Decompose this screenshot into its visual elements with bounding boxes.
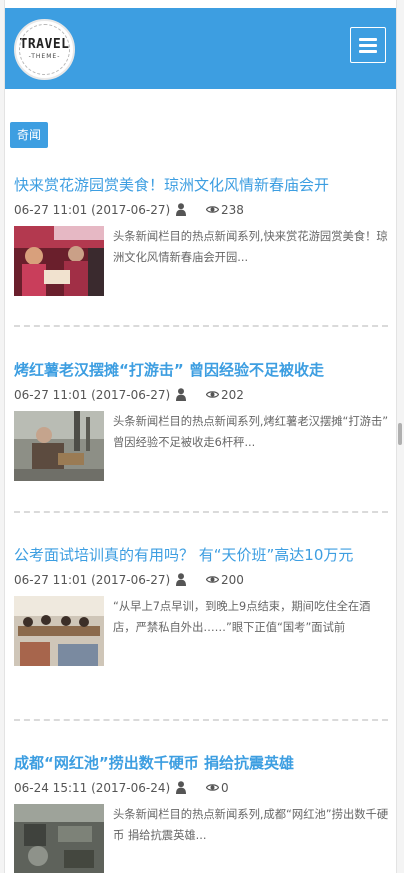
article-body: 头条新闻栏目的热点新闻系列,烤红薯老汉摆摊“打游击” 曾因经验不足被收走6杆秤.…	[14, 411, 389, 481]
article-item: 公考面试培训真的有用吗？ 有“天价班”高达10万元 06-27 11:01 (2…	[14, 544, 387, 666]
article-item: 快来赏花游园赏美食！琼洲文化风情新春庙会开 06-27 11:01 (2017-…	[14, 174, 388, 296]
divider	[14, 719, 388, 721]
article-title[interactable]: 快来赏花游园赏美食！琼洲文化风情新春庙会开	[14, 174, 387, 197]
article-body: 头条新闻栏目的热点新闻系列,成都“网红池”捞出数千硬币 捐给抗震英雄...	[14, 804, 389, 873]
article-date: 06-27 11:01 (2017-06-27)	[14, 388, 171, 402]
site-logo[interactable]: TRAVEL -THEME-	[14, 19, 75, 80]
user-icon	[176, 203, 186, 216]
view-count: 200	[221, 573, 244, 587]
article-thumbnail[interactable]	[14, 411, 104, 481]
article-item: 烤红薯老汉摆摊“打游击” 曾因经验不足被收走 06-27 11:01 (2017…	[14, 359, 389, 481]
article-meta: 06-24 15:11 (2017-06-24) 0	[14, 779, 387, 797]
site-header: TRAVEL -THEME-	[5, 8, 396, 89]
article-body: 头条新闻栏目的热点新闻系列,快来赏花游园赏美食！琼洲文化风情新春庙会开园...	[14, 226, 388, 296]
eye-icon	[206, 206, 219, 213]
article-title[interactable]: 烤红薯老汉摆摊“打游击” 曾因经验不足被收走	[14, 359, 387, 382]
article-title[interactable]: 公考面试培训真的有用吗？ 有“天价班”高达10万元	[14, 544, 387, 567]
view-count: 238	[221, 203, 244, 217]
eye-icon	[206, 391, 219, 398]
article-thumbnail[interactable]	[14, 226, 104, 296]
article-date: 06-24 15:11 (2017-06-24)	[14, 781, 171, 795]
divider	[14, 511, 388, 513]
user-icon	[176, 388, 186, 401]
view-count: 202	[221, 388, 244, 402]
divider	[14, 325, 388, 327]
article-thumbnail[interactable]	[14, 596, 104, 666]
page-frame: TRAVEL -THEME- 奇闻 快来赏花游园赏美食！琼洲文化风情新春庙会开 …	[4, 0, 397, 873]
hamburger-icon	[359, 37, 377, 41]
article-summary: 头条新闻栏目的热点新闻系列,烤红薯老汉摆摊“打游击” 曾因经验不足被收走6杆秤.…	[113, 415, 389, 449]
user-icon	[176, 781, 186, 794]
article-body: “从早上7点早训，到晚上9点结束，期间吃住全在酒店，严禁私自外出……”眼下正值“…	[14, 596, 387, 666]
article-meta: 06-27 11:01 (2017-06-27) 238	[14, 201, 387, 219]
article-title[interactable]: 成都“网红池”捞出数千硬币 捐给抗震英雄	[14, 752, 387, 775]
article-meta: 06-27 11:01 (2017-06-27) 200	[14, 571, 387, 589]
menu-button[interactable]	[350, 27, 386, 63]
article-item: 成都“网红池”捞出数千硬币 捐给抗震英雄 06-24 15:11 (2017-0…	[14, 752, 389, 873]
scrollbar-handle[interactable]	[398, 423, 402, 445]
eye-icon	[206, 576, 219, 583]
article-summary: “从早上7点早训，到晚上9点结束，期间吃住全在酒店，严禁私自外出……”眼下正值“…	[113, 600, 371, 634]
user-icon	[176, 573, 186, 586]
view-count: 0	[221, 781, 229, 795]
article-thumbnail[interactable]	[14, 804, 104, 873]
article-summary: 头条新闻栏目的热点新闻系列,成都“网红池”捞出数千硬币 捐给抗震英雄...	[113, 808, 389, 842]
eye-icon	[206, 784, 219, 791]
logo-ring	[19, 24, 70, 75]
article-meta: 06-27 11:01 (2017-06-27) 202	[14, 386, 387, 404]
category-tag[interactable]: 奇闻	[10, 122, 49, 148]
article-date: 06-27 11:01 (2017-06-27)	[14, 203, 171, 217]
article-date: 06-27 11:01 (2017-06-27)	[14, 573, 171, 587]
article-summary: 头条新闻栏目的热点新闻系列,快来赏花游园赏美食！琼洲文化风情新春庙会开园...	[113, 230, 388, 264]
